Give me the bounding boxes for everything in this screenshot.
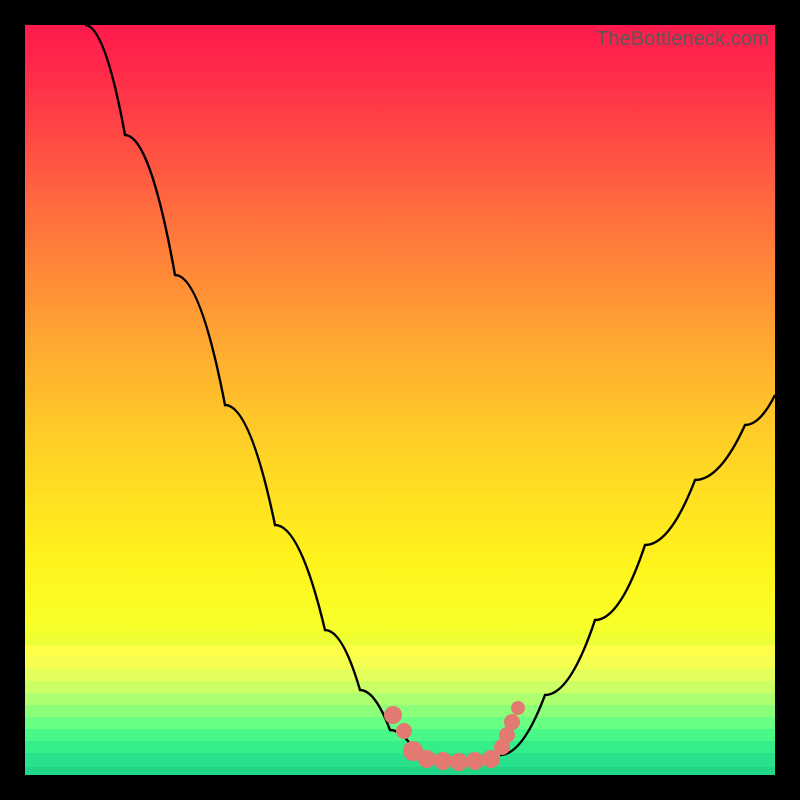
chart-marker <box>396 723 412 739</box>
color-band <box>25 753 775 767</box>
chart-marker <box>384 706 402 724</box>
color-band <box>25 767 775 775</box>
color-band <box>25 681 775 693</box>
color-band <box>25 693 775 705</box>
chart-marker <box>504 714 520 730</box>
chart-marker <box>450 753 468 771</box>
chart-plot-area: TheBottleneck.com <box>25 25 775 775</box>
chart-marker <box>466 752 484 770</box>
color-band <box>25 669 775 681</box>
color-band <box>25 741 775 753</box>
color-band <box>25 645 775 657</box>
chart-marker <box>418 750 436 768</box>
chart-marker <box>511 701 525 715</box>
chart-svg <box>25 25 775 775</box>
color-band <box>25 657 775 669</box>
chart-marker <box>434 752 452 770</box>
